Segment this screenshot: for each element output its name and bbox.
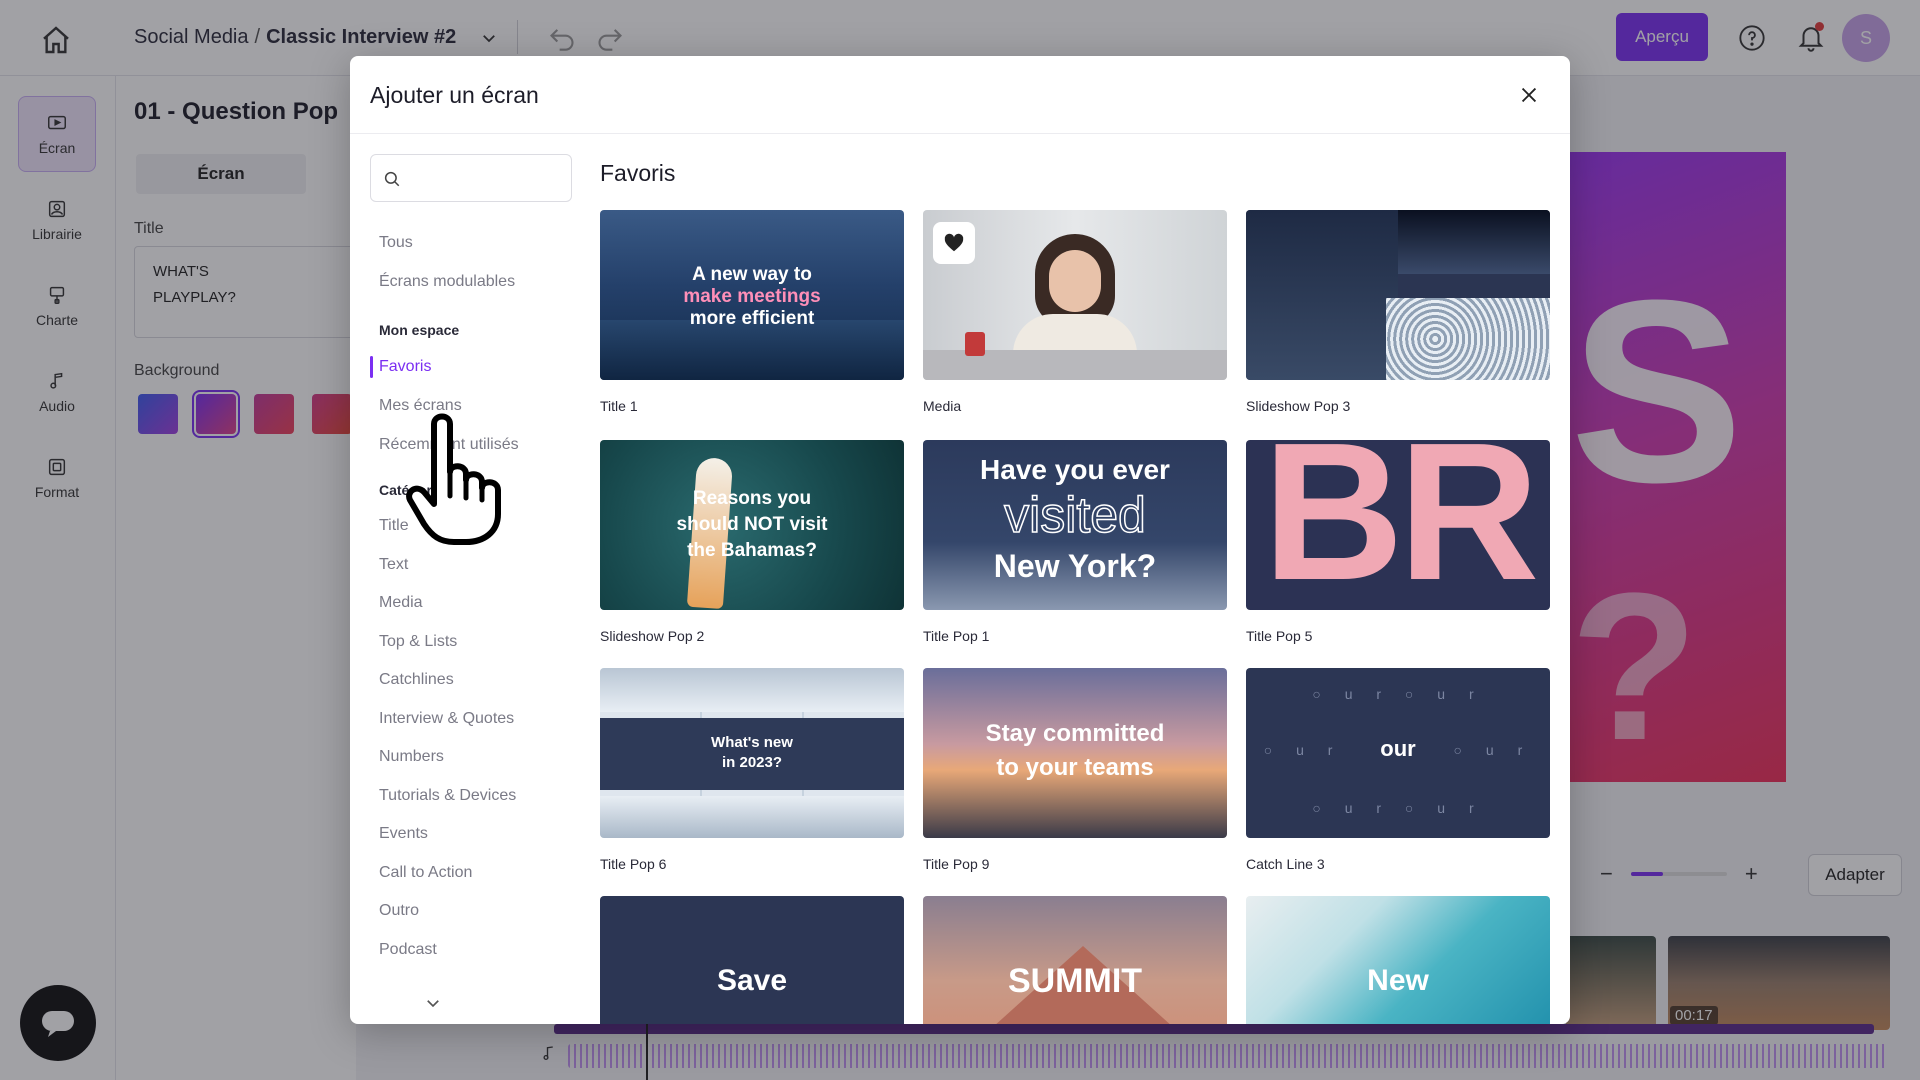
card-thumb-text: our bbox=[1380, 736, 1416, 761]
card-thumb-text: SUMMIT bbox=[1007, 962, 1143, 1000]
heart-icon bbox=[944, 233, 964, 252]
nav-item-events[interactable]: Events bbox=[379, 825, 428, 843]
card-label: Slideshow Pop 2 bbox=[600, 628, 705, 644]
nav-item-all[interactable]: Tous bbox=[379, 234, 413, 252]
search-box[interactable] bbox=[370, 154, 572, 202]
hand-cursor-icon bbox=[404, 410, 508, 546]
card-thumb-pattern: ○ u r ○ u r bbox=[1312, 800, 1484, 816]
nav-item-text[interactable]: Text bbox=[379, 556, 408, 574]
nav-heading-my-space: Mon espace bbox=[379, 322, 460, 338]
card-thumbnail: Stay committed to your teams bbox=[923, 668, 1227, 838]
screen-card-new[interactable]: New bbox=[1246, 896, 1550, 1024]
card-thumb-text: New York? bbox=[993, 548, 1157, 584]
modal-title: Ajouter un écran bbox=[370, 82, 539, 108]
nav-item-call-to-action[interactable]: Call to Action bbox=[379, 864, 472, 882]
screen-card-save[interactable]: Save bbox=[600, 896, 904, 1024]
modal-sidebar: Tous Écrans modulables Mon espace Favori… bbox=[370, 154, 576, 1024]
card-thumbnail bbox=[923, 210, 1227, 380]
card-thumb-text: New bbox=[1367, 964, 1429, 997]
nav-item-podcast[interactable]: Podcast bbox=[379, 941, 437, 959]
card-thumbnail: A new way to make meetings more efficien… bbox=[600, 210, 904, 380]
nav-item-numbers[interactable]: Numbers bbox=[379, 748, 444, 766]
card-thumb-text: Reasons you bbox=[692, 488, 812, 509]
card-thumb-text: Stay committed bbox=[985, 720, 1165, 747]
search-icon bbox=[383, 170, 401, 188]
card-thumbnail: Save bbox=[600, 896, 904, 1024]
card-thumb-text: What's new bbox=[711, 734, 793, 751]
card-thumb-text: the Bahamas? bbox=[687, 540, 817, 561]
card-thumb-pattern: ○ u r ○ u r bbox=[1312, 686, 1484, 702]
close-icon bbox=[1521, 87, 1537, 103]
card-thumbnail: Reasons you should NOT visit the Bahamas… bbox=[600, 440, 904, 610]
card-thumb-text: more efficient bbox=[689, 308, 815, 329]
nav-item-modular[interactable]: Écrans modulables bbox=[379, 273, 515, 291]
card-thumb-text: Save bbox=[716, 964, 788, 997]
card-thumb-text: to your teams bbox=[996, 754, 1154, 781]
screen-card-title-pop-6[interactable]: What's new in 2023? Title Pop 6 bbox=[600, 668, 904, 872]
card-thumbnail: New bbox=[1246, 896, 1550, 1024]
nav-item-catchlines[interactable]: Catchlines bbox=[379, 671, 454, 689]
card-label: Title Pop 5 bbox=[1246, 628, 1313, 644]
nav-item-tutorials-devices[interactable]: Tutorials & Devices bbox=[379, 787, 516, 805]
chevron-down-icon[interactable] bbox=[424, 994, 442, 1012]
search-input[interactable] bbox=[411, 167, 561, 191]
screen-card-catch-line-3[interactable]: ○ u r ○ u r ○ u r ○ u r our ○ u r ○ u r … bbox=[1246, 668, 1550, 872]
card-thumbnail: BR bbox=[1246, 440, 1550, 610]
screen-card-summit[interactable]: SUMMIT bbox=[923, 896, 1227, 1024]
add-screen-modal: Ajouter un écran Tous Écrans modulables … bbox=[350, 56, 1570, 1024]
nav-active-indicator bbox=[370, 356, 373, 378]
screen-card-slideshow-pop-2[interactable]: Reasons you should NOT visit the Bahamas… bbox=[600, 440, 904, 644]
card-label: Title 1 bbox=[600, 398, 638, 414]
card-label: Title Pop 6 bbox=[600, 856, 667, 872]
card-label: Title Pop 1 bbox=[923, 628, 990, 644]
card-thumb-text: visited bbox=[1003, 486, 1146, 544]
nav-item-favorites[interactable]: Favoris bbox=[379, 358, 431, 376]
favorite-button[interactable] bbox=[933, 222, 975, 264]
card-label: Catch Line 3 bbox=[1246, 856, 1325, 872]
card-thumbnail: SUMMIT bbox=[923, 896, 1227, 1024]
card-label: Slideshow Pop 3 bbox=[1246, 398, 1351, 414]
nav-item-top-lists[interactable]: Top & Lists bbox=[379, 633, 457, 651]
screen-card-title-pop-1[interactable]: Have you ever visited New York? Title Po… bbox=[923, 440, 1227, 644]
nav-item-interview-quotes[interactable]: Interview & Quotes bbox=[379, 710, 514, 728]
close-button[interactable] bbox=[1514, 80, 1544, 110]
card-thumb-text: should NOT visit bbox=[676, 514, 828, 535]
card-thumb-text: A new way to bbox=[692, 264, 812, 285]
section-title: Favoris bbox=[600, 160, 676, 186]
nav-item-outro[interactable]: Outro bbox=[379, 902, 419, 920]
modal-header: Ajouter un écran bbox=[350, 56, 1570, 134]
screen-card-slideshow-pop-3[interactable]: Slideshow Pop 3 bbox=[1246, 210, 1550, 414]
screen-card-media[interactable]: Media bbox=[923, 210, 1227, 414]
nav-item-media[interactable]: Media bbox=[379, 594, 423, 612]
card-label: Media bbox=[923, 398, 962, 414]
card-thumb-text: BR bbox=[1262, 440, 1539, 610]
card-thumbnail bbox=[1246, 210, 1550, 380]
card-thumbnail: Have you ever visited New York? bbox=[923, 440, 1227, 610]
screen-card-title-pop-9[interactable]: Stay committed to your teams Title Pop 9 bbox=[923, 668, 1227, 872]
card-thumbnail: What's new in 2023? bbox=[600, 668, 904, 838]
screen-card-title-pop-5[interactable]: BR Title Pop 5 bbox=[1246, 440, 1550, 644]
card-label: Title Pop 9 bbox=[923, 856, 990, 872]
card-thumbnail: ○ u r ○ u r ○ u r ○ u r our ○ u r ○ u r bbox=[1246, 668, 1550, 838]
screen-gallery: Favoris A new way to make meetings more … bbox=[600, 154, 1550, 1024]
card-thumb-text: Have you ever bbox=[980, 454, 1170, 485]
card-thumb-text: in 2023? bbox=[721, 754, 783, 771]
screen-card-title-1[interactable]: A new way to make meetings more efficien… bbox=[600, 210, 904, 414]
card-thumb-text: make meetings bbox=[683, 286, 821, 307]
